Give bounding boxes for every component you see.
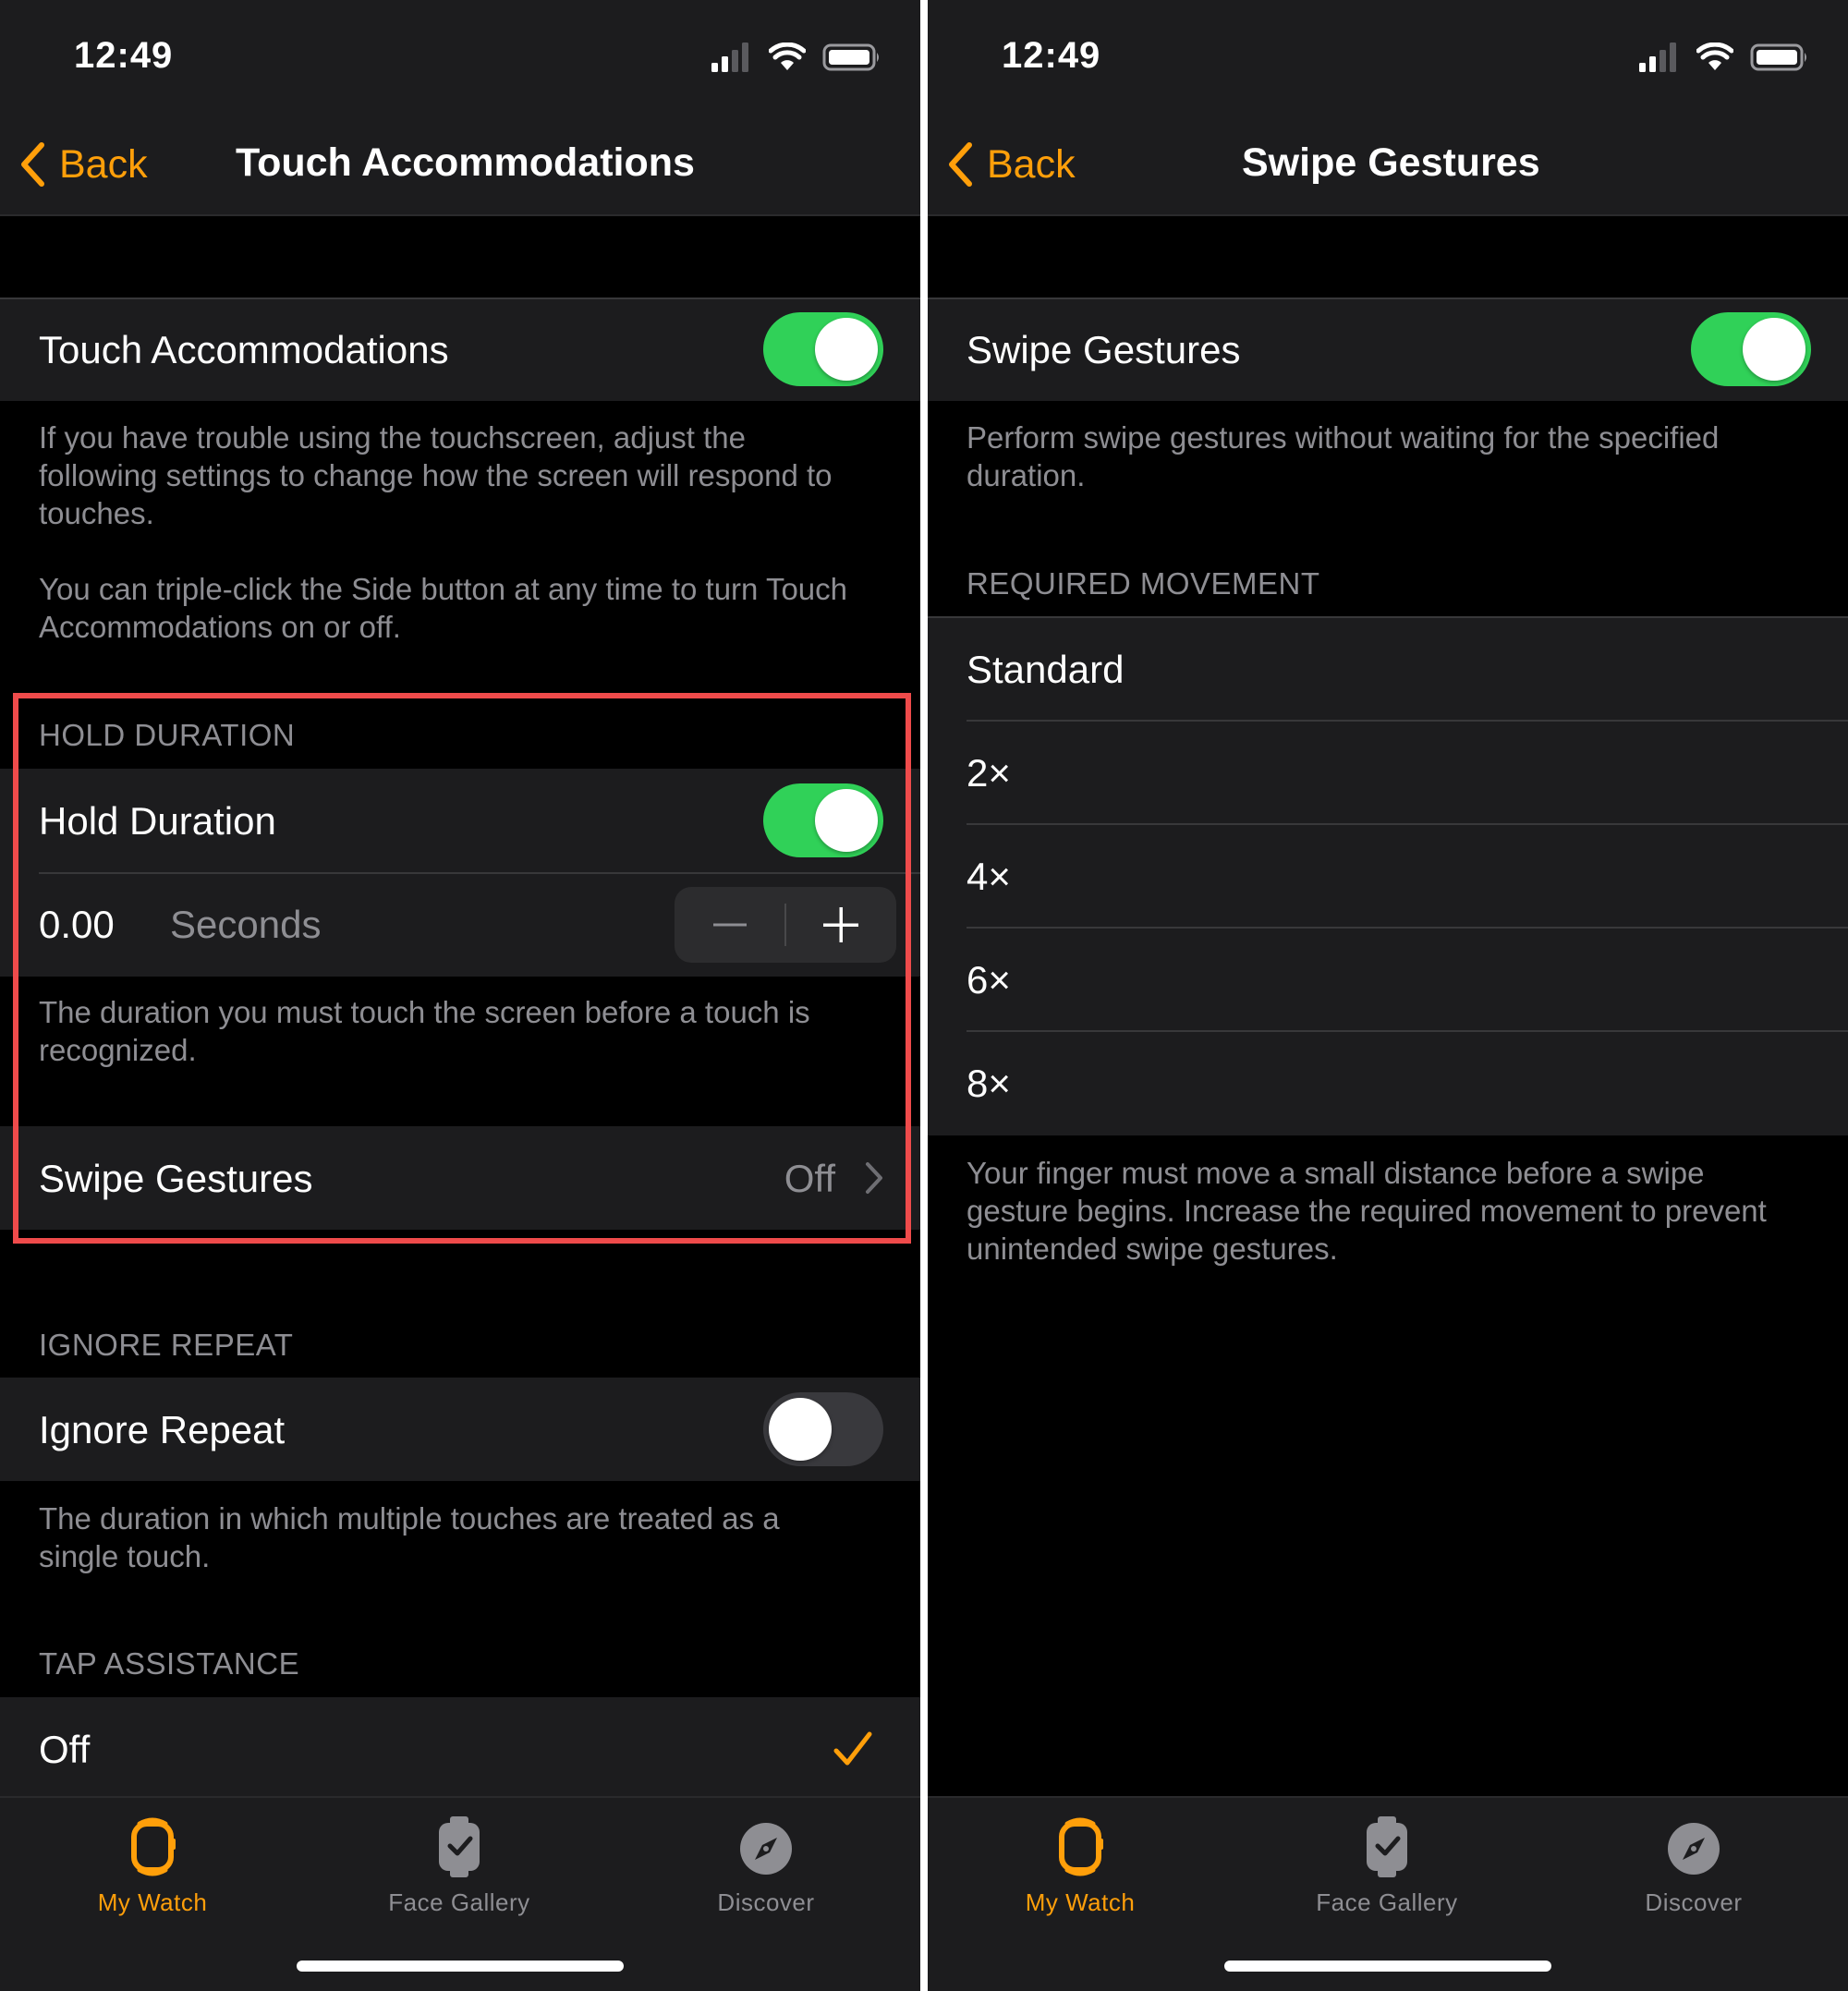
ignore-repeat-label: Ignore Repeat (39, 1408, 286, 1451)
option-label: Standard (967, 648, 1125, 691)
swipe-gestures-description: Perform swipe gestures without waiting f… (967, 420, 1720, 492)
tab-label: Face Gallery (388, 1888, 530, 1916)
option-2x[interactable]: 2× (928, 722, 1848, 823)
ignore-repeat-row: Ignore Repeat (0, 1378, 920, 1481)
swipe-gestures-screen: 12:49 Back Swipe Gestures Swipe Gestures… (928, 0, 1848, 1991)
tab-my-watch[interactable]: My Watch (969, 1815, 1191, 1917)
tab-discover[interactable]: Discover (655, 1815, 877, 1917)
status-bar: 12:49 (0, 0, 920, 111)
swipe-gestures-toggle[interactable] (1691, 312, 1811, 386)
face-gallery-icon (1367, 1816, 1407, 1877)
battery-icon (1750, 43, 1806, 71)
status-icons (1639, 41, 1809, 74)
touch-accommodations-row: Touch Accommodations (0, 297, 920, 401)
tab-face-gallery[interactable]: Face Gallery (348, 1815, 570, 1917)
tab-face-gallery[interactable]: Face Gallery (1276, 1815, 1498, 1917)
chevron-left-icon (21, 142, 44, 187)
highlight-annotation-box (13, 693, 911, 1244)
required-movement-description: Your finger must move a small distance b… (967, 1156, 1767, 1266)
option-label: 4× (967, 855, 1011, 898)
tab-discover[interactable]: Discover (1583, 1815, 1805, 1917)
back-label: Back (987, 141, 1076, 187)
touch-accommodations-label: Touch Accommodations (39, 328, 449, 371)
status-bar: 12:49 (928, 0, 1848, 111)
option-standard[interactable]: Standard (928, 618, 1848, 720)
ignore-repeat-toggle[interactable] (763, 1392, 883, 1466)
watch-icon (1059, 1817, 1103, 1876)
tab-my-watch[interactable]: My Watch (42, 1815, 263, 1917)
cellular-signal-icon (1639, 42, 1676, 72)
navigation-bar: Back Touch Accommodations (0, 111, 920, 216)
page-title: Swipe Gestures (1242, 140, 1540, 185)
home-indicator[interactable] (1224, 1961, 1551, 1972)
battery-icon (822, 43, 879, 71)
ignore-repeat-description: The duration in which multiple touches a… (39, 1501, 780, 1573)
triple-click-description: You can triple-click the Side button at … (39, 572, 848, 644)
wifi-icon (1696, 42, 1733, 70)
option-4x[interactable]: 4× (928, 825, 1848, 927)
option-8x[interactable]: 8× (928, 1032, 1848, 1134)
tab-label: Discover (1645, 1888, 1743, 1916)
swipe-gestures-row: Swipe Gestures (928, 297, 1848, 401)
chevron-left-icon (949, 142, 972, 187)
cellular-signal-icon (711, 42, 748, 72)
tap-assistance-off-row[interactable]: Off (0, 1697, 920, 1799)
status-time: 12:49 (1002, 35, 1101, 76)
option-label: 2× (967, 751, 1011, 795)
swipe-gestures-label: Swipe Gestures (967, 328, 1241, 371)
touch-accommodations-description: If you have trouble using the touchscree… (39, 420, 833, 530)
back-button[interactable]: Back (18, 137, 148, 192)
status-icons (711, 41, 881, 74)
required-movement-options: Standard 2× 4× 6× 8× (928, 616, 1848, 1135)
tab-label: Face Gallery (1316, 1888, 1458, 1916)
status-time: 12:49 (74, 35, 174, 76)
home-indicator[interactable] (297, 1961, 624, 1972)
watch-icon (131, 1817, 176, 1876)
option-6x[interactable]: 6× (928, 929, 1848, 1030)
checkmark-icon (833, 1731, 872, 1766)
wifi-icon (769, 42, 806, 70)
option-label: 8× (967, 1062, 1011, 1105)
touch-accommodations-screen: 12:49 Back Touch Accommodations Touch Ac… (0, 0, 920, 1991)
page-title: Touch Accommodations (236, 140, 695, 185)
back-label: Back (59, 141, 148, 187)
tab-label: Discover (717, 1888, 815, 1916)
compass-icon (1668, 1823, 1720, 1875)
option-label: 6× (967, 958, 1011, 1002)
tap-assistance-off-label: Off (39, 1728, 91, 1771)
tap-assistance-header: TAP ASSISTANCE (39, 1646, 300, 1681)
back-button[interactable]: Back (946, 137, 1076, 192)
required-movement-header: REQUIRED MOVEMENT (967, 566, 1320, 601)
navigation-bar: Back Swipe Gestures (928, 111, 1848, 216)
tab-label: My Watch (1025, 1888, 1136, 1916)
compass-icon (740, 1823, 792, 1875)
touch-accommodations-toggle[interactable] (763, 312, 883, 386)
face-gallery-icon (439, 1816, 480, 1877)
ignore-repeat-header: IGNORE REPEAT (39, 1328, 294, 1362)
tab-label: My Watch (97, 1888, 208, 1916)
